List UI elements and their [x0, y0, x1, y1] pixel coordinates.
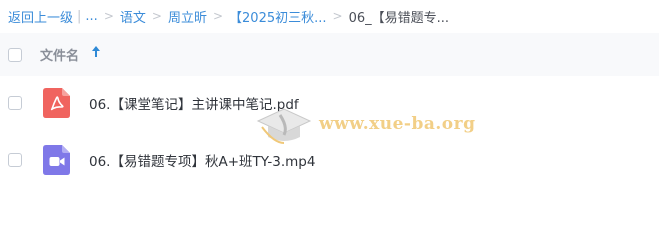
breadcrumb-ellipsis[interactable]: ...: [85, 9, 97, 24]
breadcrumb: 返回上一级 | ... > 语文 > 周立昕 > 【2025初三秋... > 0…: [8, 5, 449, 27]
breadcrumb-current: 06_【易错题专...: [348, 10, 450, 26]
select-all-checkbox[interactable]: [8, 47, 22, 62]
chevron-right-icon: >: [151, 9, 162, 23]
file-name[interactable]: 06.【易错题专项】秋A+班TY-3.mp4: [89, 150, 315, 170]
pdf-icon: [43, 88, 70, 118]
video-icon: [43, 145, 70, 175]
chevron-right-icon: >: [212, 9, 224, 23]
filename-column-header[interactable]: 文件名: [40, 45, 79, 64]
breadcrumb-item-chinese[interactable]: 语文: [120, 7, 146, 26]
row-checkbox[interactable]: [8, 96, 22, 110]
watermark-logo-icon: [256, 108, 312, 144]
back-link[interactable]: 返回上一级: [8, 7, 73, 26]
breadcrumb-item-course[interactable]: 【2025初三秋...: [229, 7, 326, 26]
sort-arrow-up-icon[interactable]: [91, 45, 101, 59]
row-checkbox[interactable]: [8, 153, 22, 167]
breadcrumb-item-teacher[interactable]: 周立昕: [168, 7, 207, 26]
file-list-header: 文件名: [0, 33, 659, 76]
divider: |: [77, 8, 82, 24]
chevron-right-icon: >: [103, 9, 114, 23]
watermark: www.xue-ba.org: [254, 103, 494, 148]
watermark-text: www.xue-ba.org: [319, 114, 476, 134]
chevron-right-icon: >: [332, 9, 343, 23]
